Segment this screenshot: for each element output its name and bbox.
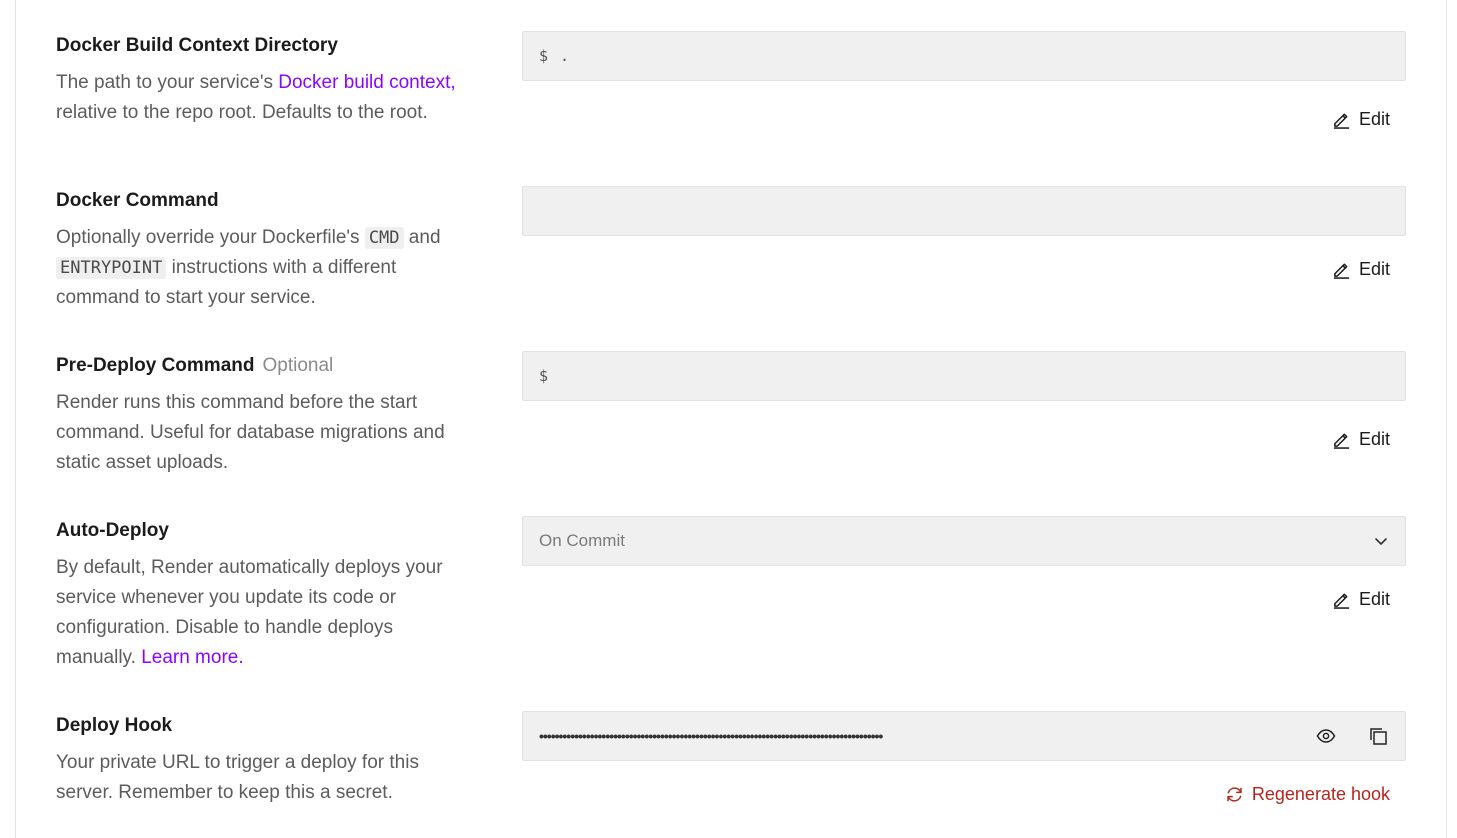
section-info: Docker Command Optionally override your … xyxy=(56,188,476,313)
edit-build-context-button[interactable]: Edit xyxy=(1332,109,1390,130)
description-text: Optionally override your Dockerfile's xyxy=(56,227,365,248)
section-description: Your private URL to trigger a deploy for… xyxy=(56,752,419,803)
refresh-icon xyxy=(1227,787,1242,802)
chevron-down-icon xyxy=(1375,538,1387,545)
regenerate-hook-button[interactable]: Regenerate hook xyxy=(1225,784,1390,805)
section-description: By default, Render automatically deploys… xyxy=(56,553,476,673)
section-info: Pre-Deploy Command Optional Render runs t… xyxy=(56,353,476,478)
edit-docker-command-button[interactable]: Edit xyxy=(1332,259,1390,280)
description-text: The path to your service's xyxy=(56,72,279,93)
section-description: Optionally override your Dockerfile's CM… xyxy=(56,223,476,313)
pencil-icon xyxy=(1333,263,1350,279)
learn-more-link[interactable]: Learn more. xyxy=(141,647,243,668)
pencil-icon xyxy=(1333,433,1350,449)
pre-deploy-command-field[interactable]: $ xyxy=(522,351,1406,401)
docker-build-context-link[interactable]: Docker build context, xyxy=(278,72,455,93)
edit-label: Edit xyxy=(1358,429,1390,449)
section-description: The path to your service's Docker build … xyxy=(56,68,476,128)
section-info: Auto-Deploy By default, Render automatic… xyxy=(56,518,476,673)
description-text: and xyxy=(403,227,441,248)
deploy-hook-field[interactable]: ••••••••••••••••••••••••••••••••••••••••… xyxy=(522,711,1406,761)
copy-hook-button[interactable] xyxy=(1367,725,1389,747)
build-context-field[interactable]: $ . xyxy=(522,31,1406,81)
title-text: Pre-Deploy Command xyxy=(56,355,255,376)
section-title: Auto-Deploy xyxy=(56,520,169,541)
section-title: Pre-Deploy Command Optional xyxy=(56,353,476,379)
entrypoint-code: ENTRYPOINT xyxy=(56,257,167,279)
section-title: Docker Build Context Directory xyxy=(56,35,338,56)
edit-label: Edit xyxy=(1358,589,1390,609)
shell-prefix: $ xyxy=(539,367,549,385)
optional-label: Optional xyxy=(262,355,334,376)
build-context-value: . xyxy=(560,47,570,65)
section-title: Docker Command xyxy=(56,190,219,211)
docker-command-field[interactable] xyxy=(522,186,1406,236)
description-text: By default, Render automatically deploys… xyxy=(56,557,443,668)
shell-prefix: $ xyxy=(539,47,549,65)
deploy-hook-masked-value: ••••••••••••••••••••••••••••••••••••••••… xyxy=(539,728,883,744)
auto-deploy-selected-value: On Commit xyxy=(539,531,625,550)
edit-pre-deploy-button[interactable]: Edit xyxy=(1332,429,1390,450)
section-info: Docker Build Context Directory The path … xyxy=(56,33,476,128)
pencil-icon xyxy=(1333,593,1350,609)
description-text: relative to the repo root. Defaults to t… xyxy=(56,102,428,123)
auto-deploy-select[interactable]: On Commit xyxy=(522,516,1406,566)
cmd-code: CMD xyxy=(364,227,404,249)
pencil-icon xyxy=(1333,113,1350,129)
copy-icon xyxy=(1370,728,1387,745)
edit-label: Edit xyxy=(1358,259,1390,279)
section-info: Deploy Hook Your private URL to trigger … xyxy=(56,713,476,808)
section-description: Render runs this command before the star… xyxy=(56,392,445,473)
edit-label: Edit xyxy=(1358,109,1390,129)
settings-card: Docker Build Context Directory The path … xyxy=(15,0,1447,838)
section-title: Deploy Hook xyxy=(56,715,173,736)
edit-auto-deploy-button[interactable]: Edit xyxy=(1332,589,1390,610)
show-hook-button[interactable] xyxy=(1315,725,1337,747)
regenerate-label: Regenerate hook xyxy=(1251,784,1390,804)
eye-icon xyxy=(1316,729,1336,743)
